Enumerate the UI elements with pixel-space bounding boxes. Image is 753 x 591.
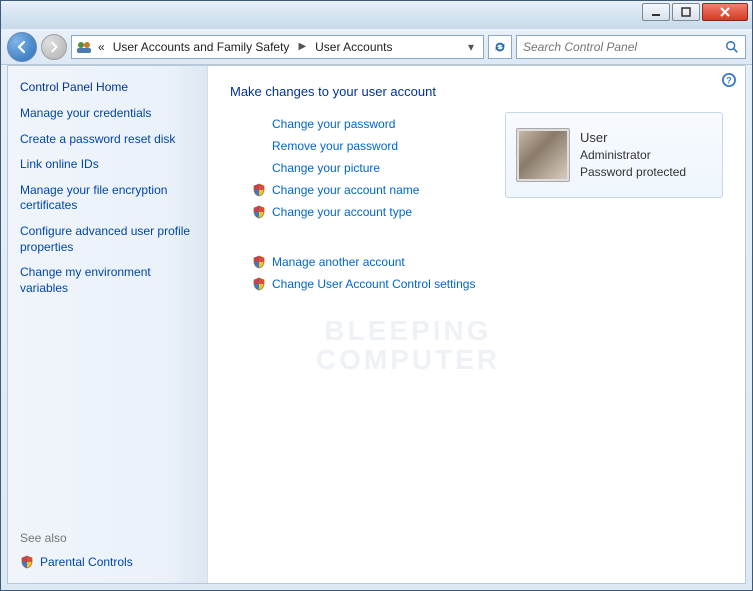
sidebar-task[interactable]: Configure advanced user profile properti…: [20, 224, 195, 255]
page-title: Make changes to your user account: [230, 84, 723, 99]
help-button[interactable]: ?: [721, 72, 737, 88]
user-password-status: Password protected: [580, 164, 686, 181]
sidebar-task[interactable]: Manage your file encryption certificates: [20, 183, 195, 214]
maximize-button[interactable]: [672, 3, 700, 21]
search-icon: [725, 40, 739, 54]
refresh-icon: [493, 40, 507, 54]
parental-controls-label: Parental Controls: [40, 555, 133, 569]
window-frame: « User Accounts and Family Safety ▶ User…: [0, 0, 753, 591]
task-link[interactable]: Manage another account: [272, 255, 405, 269]
user-role: Administrator: [580, 147, 686, 164]
close-button[interactable]: [702, 3, 748, 21]
help-icon: ?: [721, 72, 737, 88]
shield-icon: [252, 277, 266, 291]
close-icon: [720, 7, 730, 17]
back-arrow-icon: [15, 40, 29, 54]
shield-icon: [252, 183, 266, 197]
task-row: Change your account type: [252, 205, 723, 219]
task-link[interactable]: Change your password: [272, 117, 395, 131]
task-row: Change User Account Control settings: [252, 277, 723, 291]
task-link[interactable]: Change your picture: [272, 161, 380, 175]
task-link[interactable]: Remove your password: [272, 139, 398, 153]
task-link[interactable]: Change User Account Control settings: [272, 277, 475, 291]
shield-icon: [252, 205, 266, 219]
titlebar: [1, 1, 752, 29]
back-button[interactable]: [7, 32, 37, 62]
address-bar[interactable]: « User Accounts and Family Safety ▶ User…: [71, 35, 484, 59]
minimize-button[interactable]: [642, 3, 670, 21]
task-row: Manage another account: [252, 255, 723, 269]
user-accounts-icon: [76, 39, 92, 55]
control-panel-home-link[interactable]: Control Panel Home: [20, 80, 195, 94]
user-name: User: [580, 129, 686, 147]
address-row: « User Accounts and Family Safety ▶ User…: [1, 29, 752, 65]
user-info: User Administrator Password protected: [580, 129, 686, 181]
breadcrumb-seg-2[interactable]: User Accounts: [313, 40, 394, 54]
watermark: BLEEPING COMPUTER: [268, 316, 548, 375]
svg-text:?: ?: [726, 76, 732, 86]
user-card[interactable]: User Administrator Password protected: [505, 112, 723, 198]
search-box[interactable]: [516, 35, 746, 59]
body: Control Panel Home Manage your credentia…: [7, 65, 746, 584]
address-dropdown-icon[interactable]: ▾: [463, 40, 479, 54]
forward-button[interactable]: [41, 34, 67, 60]
shield-icon: [20, 555, 34, 569]
refresh-button[interactable]: [488, 35, 512, 59]
maximize-icon: [681, 7, 691, 17]
sidebar-task[interactable]: Create a password reset disk: [20, 132, 195, 148]
search-input[interactable]: [523, 40, 725, 54]
avatar: [516, 128, 570, 182]
shield-icon: [252, 255, 266, 269]
content-pane: ? Make changes to your user account BLEE…: [208, 66, 745, 583]
forward-arrow-icon: [48, 41, 60, 53]
sidebar-task[interactable]: Link online IDs: [20, 157, 195, 173]
minimize-icon: [651, 7, 661, 17]
breadcrumb-separator-icon: ▶: [295, 41, 309, 52]
sidebar-task[interactable]: Change my environment variables: [20, 265, 195, 296]
breadcrumb-seg-1[interactable]: User Accounts and Family Safety: [111, 40, 292, 54]
breadcrumb-chevrons: «: [96, 40, 107, 54]
task-link[interactable]: Change your account name: [272, 183, 419, 197]
parental-controls-link[interactable]: Parental Controls: [20, 555, 195, 569]
sidebar-task[interactable]: Manage your credentials: [20, 106, 195, 122]
task-link[interactable]: Change your account type: [272, 205, 412, 219]
sidebar: Control Panel Home Manage your credentia…: [8, 66, 208, 583]
see-also-label: See also: [20, 531, 195, 545]
